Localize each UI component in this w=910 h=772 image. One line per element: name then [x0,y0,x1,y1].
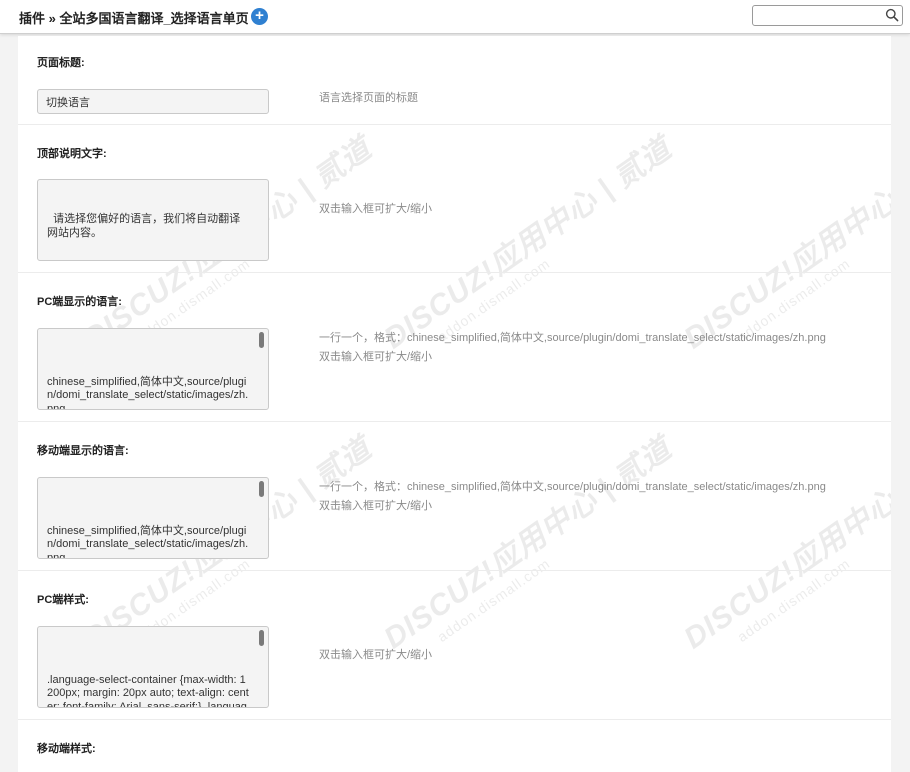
divider [18,421,891,422]
mobile-languages-hint-format: 一行一个，格式：chinese_simplified,简体中文,source/p… [319,481,826,493]
search-input[interactable] [755,7,889,24]
pc-languages-label: PC端显示的语言: [37,296,122,308]
mobile-languages-text: chinese_simplified,简体中文,source/plugin/do… [47,524,249,559]
mobile-style-label: 移动端样式: [37,743,96,755]
search-icon[interactable] [885,8,899,22]
top-description-textarea[interactable]: 请选择您偏好的语言，我们将自动翻译网站内容。 [37,179,269,261]
pc-style-textarea[interactable]: .language-select-container {max-width: 1… [37,626,269,708]
divider [18,570,891,571]
page-title-input[interactable] [37,89,269,114]
search-box[interactable] [752,5,903,26]
watermark: DISCUZ!应用中心 | 贰道addon.dismall.com [378,431,678,656]
scrollbar[interactable] [259,481,264,497]
mobile-languages-hint-expand: 双击输入框可扩大/缩小 [319,500,433,512]
pc-languages-text: chinese_simplified,简体中文,source/plugin/do… [47,375,249,410]
scrollbar[interactable] [259,630,264,646]
pc-style-hint: 双击输入框可扩大/缩小 [319,649,433,661]
page-title-label: 页面标题: [37,57,85,69]
mobile-languages-textarea[interactable]: chinese_simplified,简体中文,source/plugin/do… [37,477,269,559]
pc-style-label: PC端样式: [37,594,89,606]
breadcrumb-title: 插件 » 全站多国语言翻译_选择语言单页 [19,11,249,26]
pc-languages-textarea[interactable]: chinese_simplified,简体中文,source/plugin/do… [37,328,269,410]
settings-panel: DISCUZ!应用中心 | 贰道 addon.dismall.com DISCUZ… [18,36,891,772]
plus-circle-icon[interactable]: + [251,8,268,25]
pc-languages-hint-expand: 双击输入框可扩大/缩小 [319,351,433,363]
watermark: DISCUZ!应用中心 | 贰道addon.dismall.com [678,432,891,656]
scrollbar[interactable] [259,332,264,348]
page-title-hint: 语言选择页面的标题 [319,92,418,104]
divider [18,719,891,720]
top-description-text: 请选择您偏好的语言，我们将自动翻译网站内容。 [47,213,241,239]
mobile-languages-label: 移动端显示的语言: [37,445,129,457]
divider [18,272,891,273]
top-description-label: 顶部说明文字: [37,148,107,160]
divider [18,124,891,125]
top-description-hint: 双击输入框可扩大/缩小 [319,203,433,215]
pc-style-text: .language-select-container {max-width: 1… [47,673,249,708]
pc-languages-hint-format: 一行一个，格式：chinese_simplified,简体中文,source/p… [319,332,826,344]
top-bar: 插件 » 全站多国语言翻译_选择语言单页 + [0,0,910,34]
